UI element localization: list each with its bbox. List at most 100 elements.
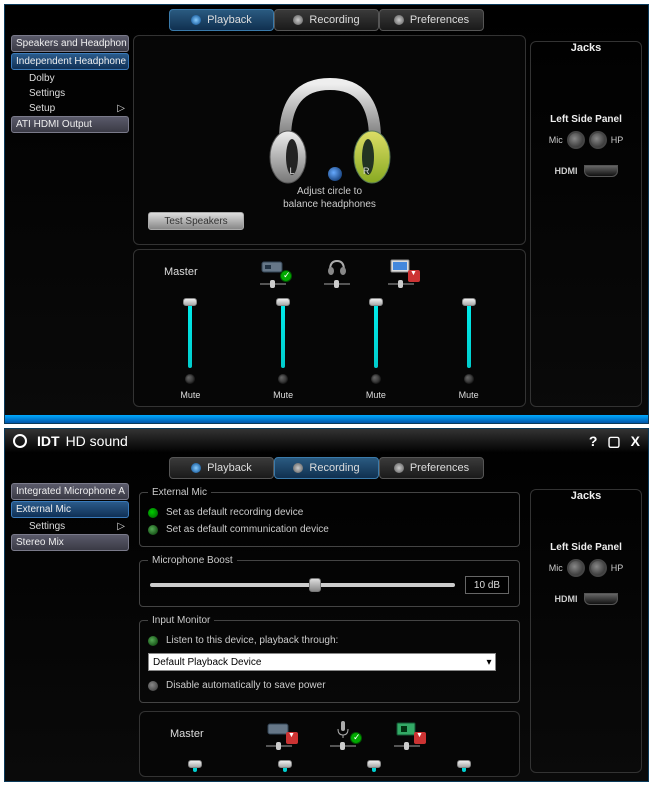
mixer-master-label: Master [170,728,230,740]
brand-name: HD sound [66,433,128,449]
balance-control[interactable]: L R [300,169,360,179]
group-legend: Microphone Boost [148,555,237,566]
device-pan[interactable] [324,280,350,288]
volume-slider[interactable] [283,760,287,772]
tab-playback[interactable]: Playback [169,457,274,479]
main-area: L R Adjust circle tobalance headphones T… [133,35,526,407]
tab-preferences[interactable]: Preferences [379,457,484,479]
tab-preferences[interactable]: Preferences [379,9,484,31]
volume-slider[interactable] [374,298,378,368]
listen-to-device[interactable]: Listen to this device, playback through: [148,632,511,649]
mixer-master-label: Master [164,266,224,278]
jack-hp[interactable] [589,559,607,577]
option-label: Set as default communication device [166,524,329,535]
playback-device-dropdown[interactable]: Default Playback Device▾ [148,653,496,671]
help-button[interactable]: ? [589,433,598,450]
mixer-panel: Master Mute Mute [133,249,526,407]
mute-button[interactable] [371,374,381,384]
mixer-panel: Master [139,711,520,777]
group-legend: External Mic [148,487,211,498]
titlebar: IDT HD sound ? ▢ X [5,429,648,453]
test-speakers-button[interactable]: Test Speakers [148,212,244,230]
volume-slider[interactable] [188,298,192,368]
mute-label: Mute [366,390,386,400]
radio-icon [148,508,158,518]
jack-mic[interactable] [567,131,585,149]
sidebar-item-integrated-mic[interactable]: Integrated Microphone A [11,483,129,500]
volume-slider[interactable] [467,298,471,368]
option-label: Disable automatically to save power [166,680,326,691]
balance-right-label: R [363,166,370,176]
brand-logo-text: IDT [37,433,60,449]
tab-label: Playback [207,14,252,26]
sidebar-sub-settings[interactable]: Settings [11,86,129,101]
slider-thumb[interactable] [309,578,321,592]
sidebar-item-speakers[interactable]: Speakers and Headphon [11,35,129,52]
sidebar-sub-label: Settings [29,521,65,532]
brand-logo-icon [13,434,31,448]
volume-slider[interactable] [462,760,466,772]
hdmi-port[interactable] [584,593,618,605]
tab-recording[interactable]: Recording [274,457,379,479]
device-chip-icon[interactable] [392,718,422,740]
jack-hp-label: HP [611,135,624,145]
radio-icon [148,636,158,646]
device-monitor-icon[interactable] [386,256,416,278]
mic-boost-value: 10 dB [465,576,509,594]
tab-label: Preferences [410,462,469,474]
tab-label: Preferences [410,14,469,26]
volume-slider[interactable] [193,760,197,772]
maximize-button[interactable]: ▢ [607,433,620,450]
jack-hp[interactable] [589,131,607,149]
mic-boost-slider[interactable] [150,583,455,587]
input-monitor-group: Input Monitor Listen to this device, pla… [139,615,520,703]
headphones-icon [250,69,410,199]
device-mic-icon[interactable] [328,718,358,740]
balance-handle[interactable] [328,167,342,181]
sidebar-sub-settings[interactable]: Settings▷ [11,519,129,534]
sidebar-sub-label: Setup [29,103,55,114]
preferences-icon [394,15,404,25]
device-headphones-icon[interactable] [322,256,352,278]
device-soundcard-icon[interactable] [264,718,294,740]
recording-icon [293,463,303,473]
sidebar-item-stereo-mix[interactable]: Stereo Mix [11,534,129,551]
jack-mic[interactable] [567,559,585,577]
external-mic-group: External Mic Set as default recording de… [139,487,520,547]
jacks-panel-label: Left Side Panel [550,114,622,125]
volume-slider[interactable] [281,298,285,368]
mute-button[interactable] [278,374,288,384]
set-default-communication[interactable]: Set as default communication device [148,521,511,538]
device-soundcard-icon[interactable] [258,256,288,278]
mute-label: Mute [273,390,293,400]
mute-label: Mute [459,390,479,400]
download-icon [408,270,420,282]
jacks-title: Jacks [571,490,602,502]
mute-button[interactable] [464,374,474,384]
chevron-right-icon: ▷ [117,103,125,114]
jack-mic-label: Mic [549,563,563,573]
jacks-panel-label: Left Side Panel [550,542,622,553]
close-button[interactable]: X [631,433,640,450]
hdmi-label: HDMI [555,166,578,176]
hdmi-port[interactable] [584,165,618,177]
mute-button[interactable] [185,374,195,384]
tab-bar: Playback Recording Preferences [5,457,648,479]
radio-icon [148,681,158,691]
jack-mic-label: Mic [549,135,563,145]
tab-playback[interactable]: Playback [169,9,274,31]
sidebar-sub-dolby[interactable]: Dolby [11,71,129,86]
sidebar-item-headphone[interactable]: Independent Headphone [11,53,129,70]
tab-label: Playback [207,462,252,474]
sidebar-item-hdmi[interactable]: ATI HDMI Output [11,116,129,133]
window-bottom-bar [5,415,648,423]
tab-recording[interactable]: Recording [274,9,379,31]
set-default-recording[interactable]: Set as default recording device [148,504,511,521]
playback-icon [191,15,201,25]
volume-slider[interactable] [372,760,376,772]
sidebar-sub-setup[interactable]: Setup ▷ [11,101,129,116]
disable-auto-save-power[interactable]: Disable automatically to save power [148,677,511,694]
headphone-balance-panel: L R Adjust circle tobalance headphones T… [133,35,526,245]
hdmi-label: HDMI [555,594,578,604]
sidebar-item-external-mic[interactable]: External Mic [11,501,129,518]
